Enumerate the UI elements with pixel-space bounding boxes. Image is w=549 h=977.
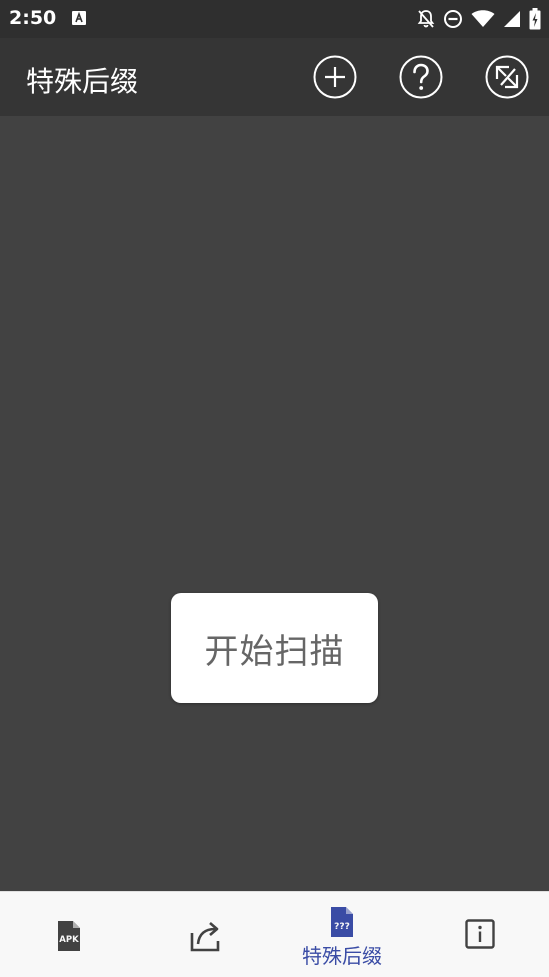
- svg-text:APK: APK: [59, 935, 79, 945]
- page-title: 特殊后缀: [26, 65, 139, 98]
- file-unknown-icon: ???: [331, 907, 353, 937]
- share-icon: [190, 922, 219, 952]
- do-not-disturb-icon: [444, 10, 462, 28]
- swap-circle-icon: [485, 55, 529, 99]
- status-icons: [417, 8, 541, 30]
- signal-icon: [504, 11, 520, 27]
- add-button[interactable]: [313, 55, 357, 99]
- help-button[interactable]: [399, 55, 443, 99]
- add-circle-icon: [313, 55, 357, 99]
- nav-label-special-suffix: 特殊后缀: [302, 944, 382, 968]
- nav-item-share[interactable]: [137, 892, 274, 977]
- status-time: 2:50: [9, 7, 57, 29]
- nav-item-apk[interactable]: APK: [0, 892, 137, 977]
- apk-icon: APK: [57, 921, 80, 951]
- svg-text:???: ???: [334, 922, 350, 932]
- nav-item-info[interactable]: [411, 892, 549, 977]
- wifi-icon: [471, 10, 495, 27]
- switch-button[interactable]: [485, 55, 529, 99]
- keyboard-a-icon: [72, 11, 86, 25]
- nav-item-special-suffix[interactable]: ??? 特殊后缀: [274, 892, 410, 977]
- app-bar: 特殊后缀: [0, 38, 549, 116]
- bottom-navigation: APK ??? 特殊后缀: [0, 891, 549, 977]
- battery-icon: [529, 8, 541, 30]
- main-content: [0, 116, 549, 891]
- help-circle-icon: [399, 55, 443, 99]
- notifications-off-icon: [417, 10, 435, 28]
- status-bar: 2:50: [0, 0, 549, 38]
- info-icon: [465, 919, 495, 949]
- start-scan-button[interactable]: 开始扫描: [171, 593, 378, 703]
